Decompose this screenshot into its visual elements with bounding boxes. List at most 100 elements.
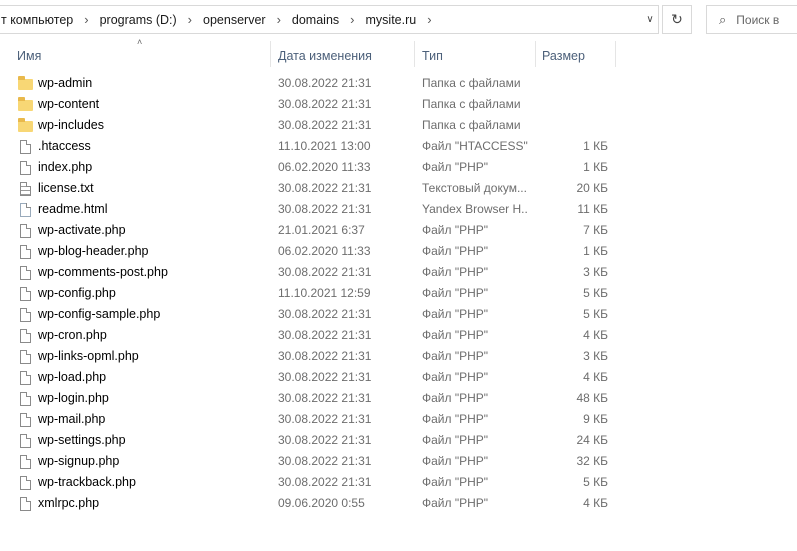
file-size: 5 КБ — [583, 286, 608, 300]
address-bar[interactable]: т компьютер › programs (D:) › openserver… — [0, 5, 659, 34]
file-name: wp-settings.php — [38, 433, 126, 447]
file-size: 4 КБ — [583, 370, 608, 384]
address-history-dropdown[interactable]: ∨ — [640, 5, 660, 34]
file-row[interactable]: wp-login.php 30.08.2022 21:31 Файл "PHP" 48… — [0, 388, 797, 409]
file-row[interactable]: wp-blog-header.php 06.02.2020 11:33 Файл "… — [0, 241, 797, 262]
file-type: Файл "PHP" — [422, 454, 489, 468]
file-name: wp-config.php — [38, 286, 116, 300]
folder-icon — [18, 94, 34, 115]
file-size: 1 КБ — [583, 139, 608, 153]
file-icon — [18, 136, 34, 157]
html-file-icon — [18, 199, 34, 220]
file-size: 24 КБ — [576, 433, 608, 447]
file-type: Файл "PHP" — [422, 328, 489, 342]
breadcrumb-chevron-icon[interactable]: › — [268, 12, 290, 27]
breadcrumb-chevron-icon[interactable]: › — [179, 12, 201, 27]
file-row[interactable]: wp-cron.php 30.08.2022 21:31 Файл "PHP" 4 К… — [0, 325, 797, 346]
file-size: 11 КБ — [577, 202, 608, 216]
file-row[interactable]: wp-config-sample.php 30.08.2022 21:31 Файл… — [0, 304, 797, 325]
breadcrumb-openserver[interactable]: openserver — [201, 13, 268, 27]
file-row[interactable]: wp-content 30.08.2022 21:31 Папка с файлам… — [0, 94, 797, 115]
file-size: 3 КБ — [583, 349, 608, 363]
file-row[interactable]: wp-settings.php 30.08.2022 21:31 Файл "PHP… — [0, 430, 797, 451]
search-box[interactable]: ⌕ Поиск в — [706, 5, 797, 34]
file-icon — [18, 409, 34, 430]
file-row[interactable]: xmlrpc.php 09.06.2020 0:55 Файл "PHP" 4 КБ — [0, 493, 797, 514]
file-size — [538, 115, 608, 136]
file-icon — [18, 283, 34, 304]
file-row[interactable]: index.php 06.02.2020 11:33 Файл "PHP" 1 КБ — [0, 157, 797, 178]
column-divider[interactable] — [414, 41, 415, 67]
file-icon — [18, 325, 34, 346]
file-date: 06.02.2020 11:33 — [278, 244, 371, 258]
file-icon — [18, 220, 34, 241]
file-row[interactable]: wp-activate.php 21.01.2021 6:37 Файл "PHP"… — [0, 220, 797, 241]
file-type: Файл "PHP" — [422, 160, 489, 174]
column-header-name[interactable]: Имя — [17, 46, 41, 66]
breadcrumb-drive[interactable]: programs (D:) — [98, 13, 179, 27]
file-date: 30.08.2022 21:31 — [278, 181, 372, 195]
breadcrumb-chevron-icon[interactable]: › — [341, 12, 363, 27]
file-name: xmlrpc.php — [38, 496, 100, 510]
file-row[interactable]: readme.html 30.08.2022 21:31 Yandex Browse… — [0, 199, 797, 220]
breadcrumb-this-pc[interactable]: т компьютер — [0, 13, 75, 27]
file-row[interactable]: wp-links-opml.php 30.08.2022 21:31 Файл "P… — [0, 346, 797, 367]
file-date: 30.08.2022 21:31 — [278, 475, 372, 489]
file-size: 7 КБ — [583, 223, 608, 237]
column-divider[interactable] — [615, 41, 616, 67]
text-file-icon — [18, 178, 34, 199]
file-date: 30.08.2022 21:31 — [278, 349, 372, 363]
breadcrumb-domains[interactable]: domains — [290, 13, 341, 27]
file-icon — [18, 157, 34, 178]
file-row[interactable]: .htaccess 11.10.2021 13:00 Файл "HTACCESS"… — [0, 136, 797, 157]
file-date: 30.08.2022 21:31 — [278, 370, 372, 384]
column-divider[interactable] — [270, 41, 271, 67]
sort-ascending-icon: ˄ — [137, 37, 143, 47]
file-type: Папка с файлами — [422, 118, 521, 132]
file-row[interactable]: wp-config.php 11.10.2021 12:59 Файл "PHP" 5… — [0, 283, 797, 304]
file-name: .htaccess — [38, 139, 91, 153]
file-size: 48 КБ — [576, 391, 608, 405]
file-date: 30.08.2022 21:31 — [278, 265, 372, 279]
file-row[interactable]: wp-comments-post.php 30.08.2022 21:31 Файл… — [0, 262, 797, 283]
breadcrumb-chevron-icon[interactable]: › — [75, 12, 97, 27]
column-divider[interactable] — [535, 41, 536, 67]
file-date: 30.08.2022 21:31 — [278, 328, 372, 342]
file-name: wp-load.php — [38, 370, 107, 384]
file-type: Yandex Browser H... — [422, 202, 528, 216]
file-type: Файл "PHP" — [422, 307, 489, 321]
breadcrumb-chevron-icon[interactable]: › — [418, 12, 440, 27]
file-date: 09.06.2020 0:55 — [278, 496, 365, 510]
file-type: Файл "HTACCESS" — [422, 139, 528, 153]
file-size: 5 КБ — [583, 307, 608, 321]
breadcrumb-mysite[interactable]: mysite.ru — [364, 13, 419, 27]
file-row[interactable]: wp-includes 30.08.2022 21:31 Папка с файла… — [0, 115, 797, 136]
file-type: Папка с файлами — [422, 97, 521, 111]
search-icon: ⌕ — [719, 11, 727, 27]
file-row[interactable]: wp-signup.php 30.08.2022 21:31 Файл "PHP" 3… — [0, 451, 797, 472]
file-row[interactable]: wp-load.php 30.08.2022 21:31 Файл "PHP" 4 К… — [0, 367, 797, 388]
file-row[interactable]: license.txt 30.08.2022 21:31 Текстовый док… — [0, 178, 797, 199]
file-row[interactable]: wp-trackback.php 30.08.2022 21:31 Файл "PH… — [0, 472, 797, 493]
file-date: 30.08.2022 21:31 — [278, 454, 372, 468]
file-type: Файл "PHP" — [422, 265, 489, 279]
column-header-type[interactable]: Тип — [422, 46, 443, 66]
file-name: wp-cron.php — [38, 328, 107, 342]
file-size: 4 КБ — [583, 328, 608, 342]
file-name: wp-login.php — [38, 391, 109, 405]
folder-icon — [18, 115, 34, 136]
file-icon — [18, 430, 34, 451]
column-header-size[interactable]: Размер — [542, 46, 585, 66]
file-size: 1 КБ — [583, 160, 608, 174]
file-icon — [18, 388, 34, 409]
file-name: wp-admin — [38, 76, 93, 90]
column-header-date[interactable]: Дата изменения — [278, 46, 372, 66]
file-name: wp-config-sample.php — [38, 307, 161, 321]
file-icon — [18, 472, 34, 493]
file-type: Файл "PHP" — [422, 349, 489, 363]
refresh-button[interactable]: ↻ — [662, 5, 692, 34]
file-name: license.txt — [38, 181, 94, 195]
file-date: 30.08.2022 21:31 — [278, 307, 372, 321]
file-row[interactable]: wp-mail.php 30.08.2022 21:31 Файл "PHP" 9 К… — [0, 409, 797, 430]
file-row[interactable]: wp-admin 30.08.2022 21:31 Папка с файлами — [0, 73, 797, 94]
